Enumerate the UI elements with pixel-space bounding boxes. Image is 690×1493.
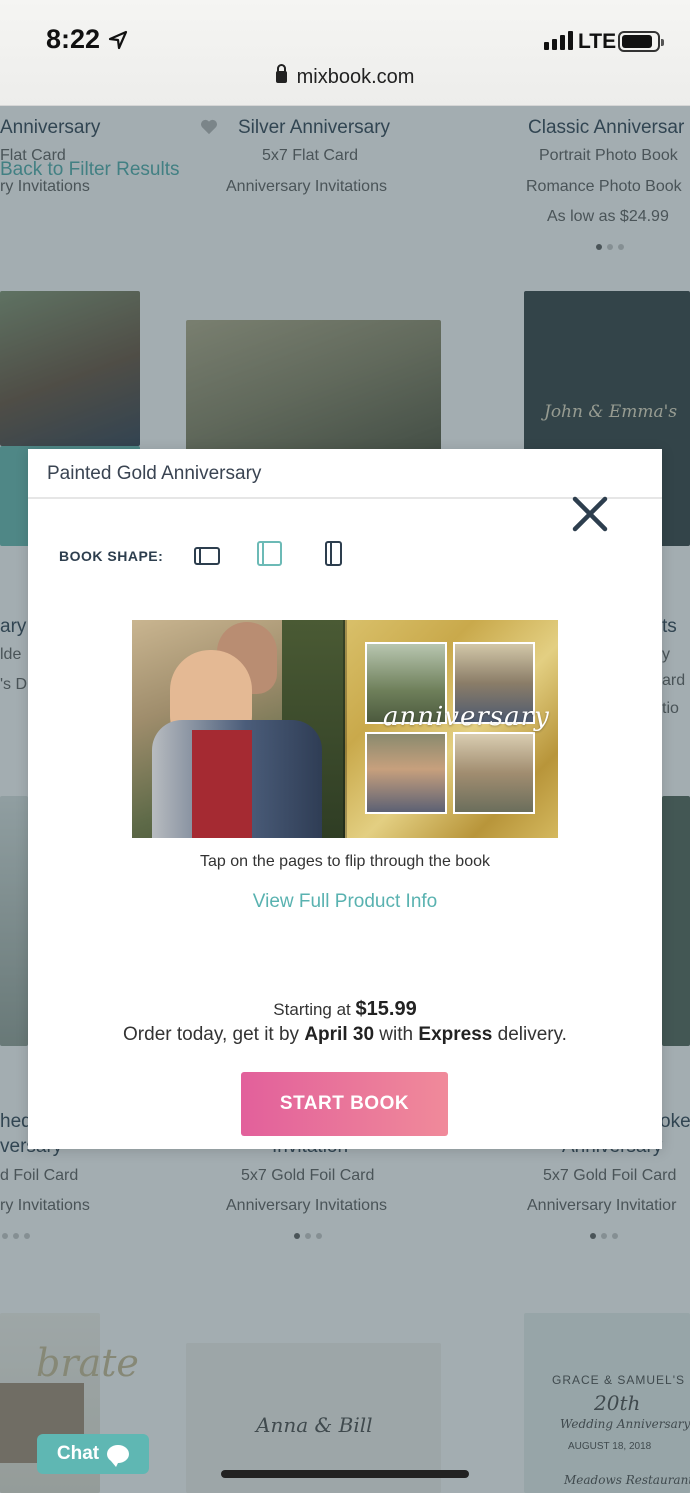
starting-price: Starting at $15.99 [28, 998, 662, 1021]
book-spine [343, 620, 347, 838]
delivery-prefix: Order today, get it by [123, 1024, 305, 1045]
network-type: LTE [578, 30, 617, 53]
square-shape-icon[interactable] [257, 541, 282, 566]
battery-icon [618, 31, 664, 52]
home-indicator[interactable] [221, 1470, 469, 1478]
clock: 8:22 [46, 24, 101, 54]
chat-bubble-icon [107, 1445, 130, 1467]
close-icon[interactable] [570, 494, 610, 534]
collage-photo [365, 732, 447, 814]
delivery-mid: with [374, 1024, 419, 1045]
modal-header: Painted Gold Anniversary [28, 449, 662, 499]
photo-scarf [192, 730, 252, 838]
book-shape-label: BOOK SHAPE: [59, 548, 164, 564]
book-left-page[interactable] [132, 620, 345, 838]
price-prefix: Starting at [273, 1000, 356, 1019]
modal-title: Painted Gold Anniversary [47, 463, 262, 484]
view-full-product-info-link[interactable]: View Full Product Info [28, 891, 662, 913]
portrait-shape-icon[interactable] [325, 541, 342, 566]
flip-hint-text: Tap on the pages to flip through the boo… [200, 853, 490, 870]
delivery-date: April 30 [304, 1024, 375, 1045]
book-preview[interactable]: anniversary [132, 620, 558, 838]
delivery-speed: Express [418, 1024, 493, 1045]
location-arrow-icon [108, 30, 128, 50]
chat-label: Chat [56, 1443, 100, 1464]
browser-status-bar: 8:22 LTE mixbook.com [0, 0, 690, 106]
delivery-suffix: delivery. [492, 1024, 567, 1045]
address-bar[interactable]: mixbook.com [0, 64, 690, 89]
landscape-shape-icon[interactable] [194, 547, 220, 565]
book-right-page[interactable]: anniversary [345, 620, 558, 838]
url-text: mixbook.com [296, 66, 415, 88]
start-book-button[interactable]: START BOOK [241, 1072, 448, 1136]
lock-icon [275, 64, 287, 83]
chat-button[interactable]: Chat [37, 1434, 149, 1474]
collage-photo [453, 732, 535, 814]
product-preview-modal: Painted Gold Anniversary BOOK SHAPE: ann… [28, 449, 662, 1149]
price-value: $15.99 [355, 998, 417, 1020]
signal-strength-icon [544, 31, 573, 50]
delivery-info: Order today, get it by April 30 with Exp… [28, 1024, 662, 1046]
book-overlay-text: anniversary [383, 702, 550, 732]
